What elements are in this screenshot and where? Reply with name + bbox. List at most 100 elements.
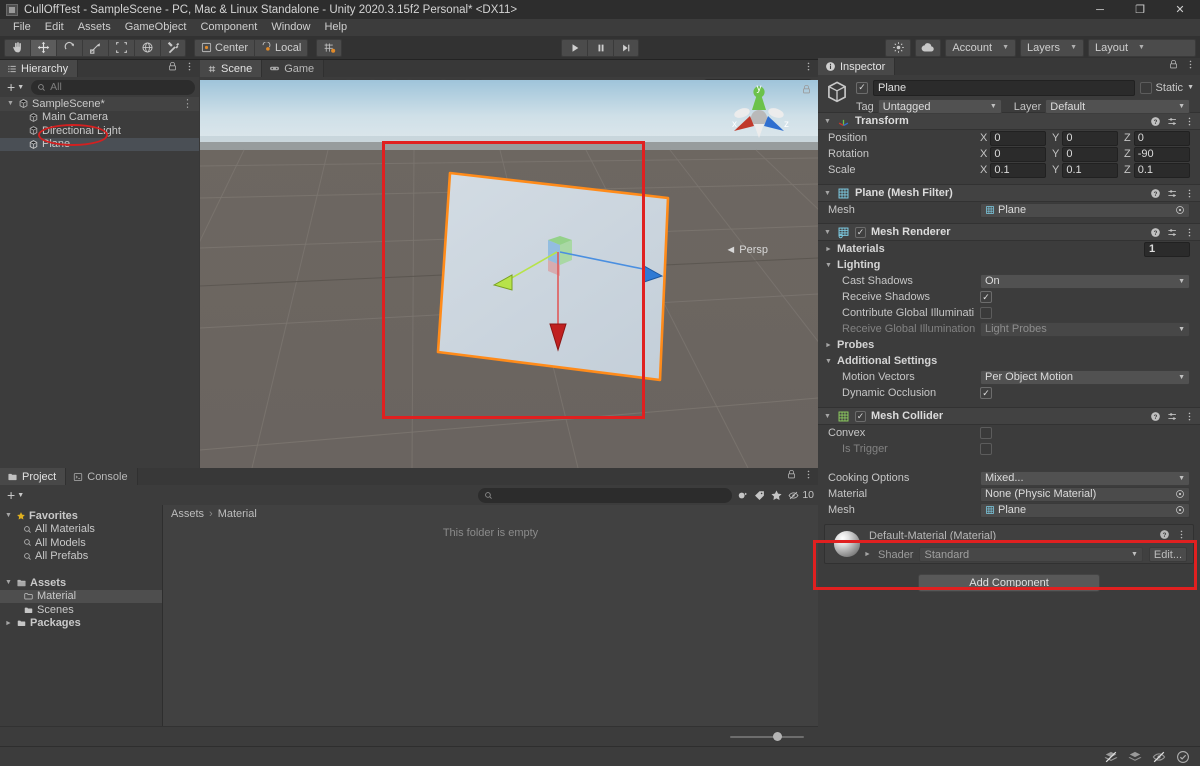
breadcrumb-material[interactable]: Material: [218, 508, 257, 520]
component-header-transform[interactable]: ▼ Transform ?: [818, 112, 1200, 130]
mesh-renderer-enabled-checkbox[interactable]: ✓: [855, 226, 866, 238]
lock-icon[interactable]: [1168, 59, 1179, 70]
component-menu-icon[interactable]: [1184, 188, 1195, 199]
project-tree-packages[interactable]: ► Packages: [0, 617, 162, 631]
menu-gameobject[interactable]: GameObject: [118, 19, 194, 36]
position-x-input[interactable]: 0: [990, 130, 1046, 146]
minimize-button[interactable]: ─: [1080, 0, 1120, 19]
layer-dropdown[interactable]: Default ▼: [1045, 99, 1190, 114]
receive-shadows-checkbox[interactable]: ✓: [980, 291, 992, 303]
panel-menu-icon[interactable]: [1185, 59, 1196, 70]
object-picker-icon[interactable]: [1175, 505, 1185, 515]
maximize-button[interactable]: ❐: [1120, 0, 1160, 19]
rotation-y-input[interactable]: 0: [1062, 146, 1118, 162]
layers-icon[interactable]: [1128, 750, 1142, 764]
grid-snap-button[interactable]: [316, 38, 343, 57]
pivot-rotation-button[interactable]: Local: [254, 38, 309, 57]
chevron-down-icon[interactable]: ▼: [823, 413, 832, 420]
help-icon[interactable]: ?: [1159, 529, 1170, 540]
transform-tool-button[interactable]: [134, 38, 160, 57]
project-tree-material[interactable]: Material: [0, 589, 162, 603]
project-tree-favorites[interactable]: ▼ Favorites: [0, 509, 162, 523]
chevron-right-icon[interactable]: ►: [863, 551, 872, 558]
gameobject-icon[interactable]: [824, 79, 850, 105]
chevron-down-icon[interactable]: ▼: [4, 512, 13, 519]
component-menu-icon[interactable]: [1184, 227, 1195, 238]
component-menu-icon[interactable]: [1184, 411, 1195, 422]
materials-foldout[interactable]: ► Materials 1: [818, 241, 1200, 257]
favorites-star-icon[interactable]: [770, 489, 783, 502]
object-enabled-checkbox[interactable]: ✓: [856, 81, 868, 94]
rotation-x-input[interactable]: 0: [990, 146, 1046, 162]
pause-button[interactable]: [587, 38, 613, 57]
hierarchy-item-directional-light[interactable]: Directional Light: [0, 124, 199, 138]
filter-by-label-icon[interactable]: [753, 489, 766, 502]
preset-icon[interactable]: [1167, 116, 1178, 127]
mesh-object-field[interactable]: Plane: [980, 202, 1190, 218]
preset-icon[interactable]: [1167, 188, 1178, 199]
preset-icon[interactable]: [1167, 227, 1178, 238]
project-tree-all-materials[interactable]: All Materials: [0, 523, 162, 537]
account-dropdown[interactable]: Account ▼: [945, 38, 1017, 57]
pivot-mode-button[interactable]: Center: [194, 38, 255, 57]
menu-assets[interactable]: Assets: [71, 19, 118, 36]
layout-dropdown[interactable]: Layout ▼: [1088, 38, 1196, 57]
cloud-icon[interactable]: [915, 38, 942, 57]
project-content[interactable]: Assets › Material This folder is empty: [163, 505, 818, 726]
scene-lock-icon[interactable]: [801, 84, 812, 95]
object-picker-icon[interactable]: [1175, 489, 1185, 499]
chevron-down-icon[interactable]: ▼: [1187, 84, 1194, 91]
visibility-off-icon[interactable]: [1152, 750, 1166, 764]
project-add-button[interactable]: + ▼: [4, 488, 27, 502]
component-menu-icon[interactable]: [1184, 116, 1195, 127]
shader-edit-button[interactable]: Edit...: [1148, 547, 1187, 562]
menu-help[interactable]: Help: [317, 19, 354, 36]
chevron-down-icon[interactable]: ▼: [823, 190, 832, 197]
chevron-down-icon[interactable]: ▼: [823, 118, 832, 125]
breadcrumb-assets[interactable]: Assets: [171, 508, 204, 520]
scale-y-input[interactable]: 0.1: [1062, 162, 1118, 178]
static-checkbox[interactable]: [1139, 81, 1152, 94]
project-tree-all-prefabs[interactable]: All Prefabs: [0, 550, 162, 564]
chevron-down-icon[interactable]: ▼: [824, 358, 833, 365]
help-icon[interactable]: ?: [1150, 227, 1161, 238]
hidden-assets-counter[interactable]: 10: [787, 489, 814, 501]
project-tree-assets[interactable]: ▼ Assets: [0, 576, 162, 590]
materials-count-input[interactable]: 1: [1144, 241, 1190, 257]
layers-dropdown[interactable]: Layers ▼: [1020, 38, 1084, 57]
mesh-collider-enabled-checkbox[interactable]: ✓: [855, 410, 866, 422]
project-search-input[interactable]: [478, 487, 733, 503]
filter-by-type-icon[interactable]: [736, 489, 749, 502]
scene-viewport[interactable]: ◄ Persp x y z: [200, 80, 818, 468]
material-preview-panel[interactable]: Default-Material (Material) ? ► Shader S…: [824, 524, 1194, 564]
object-name-input[interactable]: Plane: [873, 79, 1135, 96]
scene-menu-icon[interactable]: ⋮: [182, 97, 193, 110]
hierarchy-search-input[interactable]: All: [31, 79, 195, 95]
tab-console[interactable]: Console: [66, 468, 138, 485]
chevron-right-icon[interactable]: ►: [824, 246, 833, 253]
panel-menu-icon[interactable]: [803, 469, 814, 480]
thumbnail-size-slider[interactable]: [730, 731, 804, 743]
hierarchy-item-main-camera[interactable]: Main Camera: [0, 111, 199, 125]
rotation-z-input[interactable]: -90: [1133, 146, 1190, 162]
layers-off-icon[interactable]: [1104, 750, 1118, 764]
contribute-gi-checkbox[interactable]: [980, 307, 992, 319]
chevron-down-icon[interactable]: ▼: [4, 579, 13, 586]
add-component-button[interactable]: Add Component: [918, 574, 1100, 592]
custom-tool-button[interactable]: [160, 38, 186, 57]
close-button[interactable]: ✕: [1160, 0, 1200, 19]
tab-game[interactable]: Game: [262, 60, 325, 77]
scale-tool-button[interactable]: [82, 38, 108, 57]
rect-tool-button[interactable]: [108, 38, 134, 57]
additional-settings-foldout[interactable]: ▼ Additional Settings: [818, 353, 1200, 369]
position-y-input[interactable]: 0: [1062, 130, 1118, 146]
preset-icon[interactable]: [1167, 411, 1178, 422]
shader-dropdown[interactable]: Standard ▼: [919, 547, 1143, 562]
component-header-mesh-renderer[interactable]: ▼ ✓ Mesh Renderer ?: [818, 223, 1200, 241]
project-tree-all-models[interactable]: All Models: [0, 536, 162, 550]
hierarchy-add-button[interactable]: + ▼: [4, 80, 27, 94]
lock-icon[interactable]: [786, 469, 797, 480]
component-menu-icon[interactable]: [1176, 529, 1187, 540]
convex-checkbox[interactable]: [980, 427, 992, 439]
chevron-right-icon[interactable]: ►: [4, 620, 13, 627]
